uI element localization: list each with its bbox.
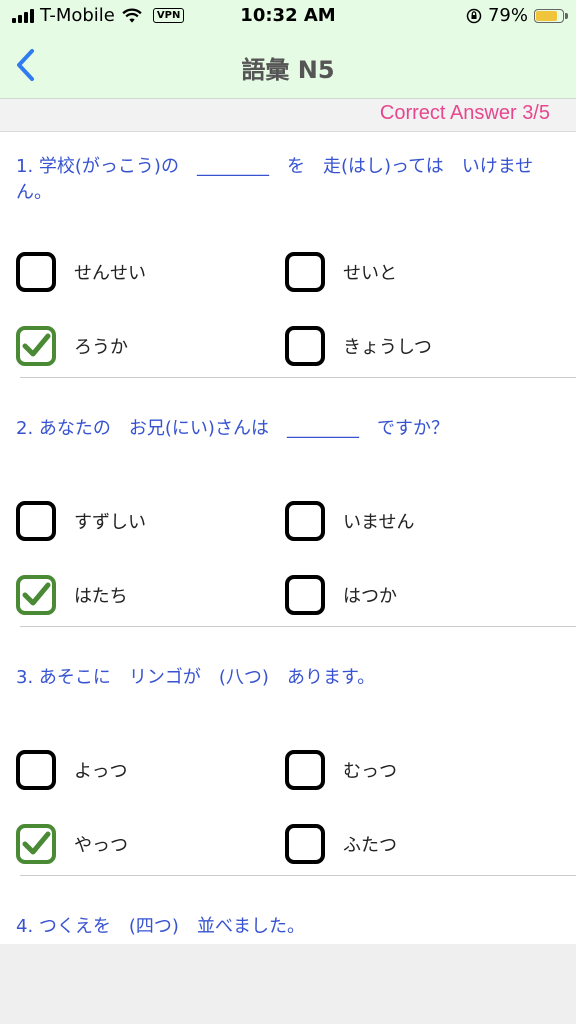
option-label: せいと xyxy=(343,263,397,284)
option[interactable]: やっつ xyxy=(16,824,128,864)
quiz-list[interactable]: 1. 学校(がっこう)の ________ を 走(はし)っては いけません。 … xyxy=(0,132,576,944)
checkbox[interactable] xyxy=(16,575,56,615)
option[interactable]: すずしい xyxy=(16,501,146,541)
question-text: 1. 学校(がっこう)の ________ を 走(はし)っては いけません。 xyxy=(16,156,534,203)
option[interactable]: ふたつ xyxy=(285,824,397,864)
checkbox[interactable] xyxy=(285,252,325,292)
option-label: よっつ xyxy=(74,761,128,782)
divider xyxy=(20,377,576,378)
question-text: 4. つくえを (四つ) 並べました。 xyxy=(16,916,305,937)
checkbox[interactable] xyxy=(285,575,325,615)
option-label: やっつ xyxy=(74,835,128,856)
checkbox[interactable] xyxy=(16,252,56,292)
option[interactable]: はつか xyxy=(285,575,397,615)
checkmark-icon xyxy=(22,333,51,357)
checkbox[interactable] xyxy=(16,326,56,366)
option-label: はたち xyxy=(74,586,128,607)
divider xyxy=(20,875,576,876)
option[interactable]: せいと xyxy=(285,252,397,292)
option[interactable]: せんせい xyxy=(16,252,146,292)
checkbox[interactable] xyxy=(16,824,56,864)
score-bar: Correct Answer 3/5 xyxy=(0,99,576,132)
option[interactable]: いません xyxy=(285,501,414,541)
option-label: ろうか xyxy=(74,337,128,358)
checkbox[interactable] xyxy=(16,501,56,541)
checkbox[interactable] xyxy=(285,750,325,790)
option[interactable]: きょうしつ xyxy=(285,326,432,366)
status-bar: T-Mobile VPN 10:32 AM 79% xyxy=(0,0,576,32)
battery-percent: 79% xyxy=(487,5,528,26)
checkmark-icon xyxy=(22,582,51,606)
checkbox[interactable] xyxy=(285,326,325,366)
option[interactable]: はたち xyxy=(16,575,128,615)
option-label: ふたつ xyxy=(343,835,397,856)
checkbox[interactable] xyxy=(16,750,56,790)
status-right: 79% xyxy=(466,5,568,26)
option-label: いません xyxy=(343,512,415,533)
question-text: 3. あそこに リンゴが (八つ) あります。 xyxy=(16,667,376,688)
battery-icon xyxy=(534,8,568,23)
nav-bar: 語彙 N5 xyxy=(0,32,576,99)
option-label: むっつ xyxy=(343,761,397,782)
correct-answer-count: Correct Answer 3/5 xyxy=(379,102,550,124)
option-label: すずしい xyxy=(74,512,146,533)
divider xyxy=(20,626,576,627)
option[interactable]: むっつ xyxy=(285,750,397,790)
checkbox[interactable] xyxy=(285,824,325,864)
option-label: きょうしつ xyxy=(343,337,432,358)
option-label: はつか xyxy=(343,586,397,607)
page-title: 語彙 N5 xyxy=(241,56,335,84)
option[interactable]: ろうか xyxy=(16,326,128,366)
question-text: 2. あなたの お兄(にい)さんは ________ ですか？ xyxy=(16,418,449,439)
checkbox[interactable] xyxy=(285,501,325,541)
rotation-lock-icon xyxy=(466,8,482,23)
option-label: せんせい xyxy=(74,263,146,284)
checkmark-icon xyxy=(22,831,51,855)
option[interactable]: よっつ xyxy=(16,750,127,790)
